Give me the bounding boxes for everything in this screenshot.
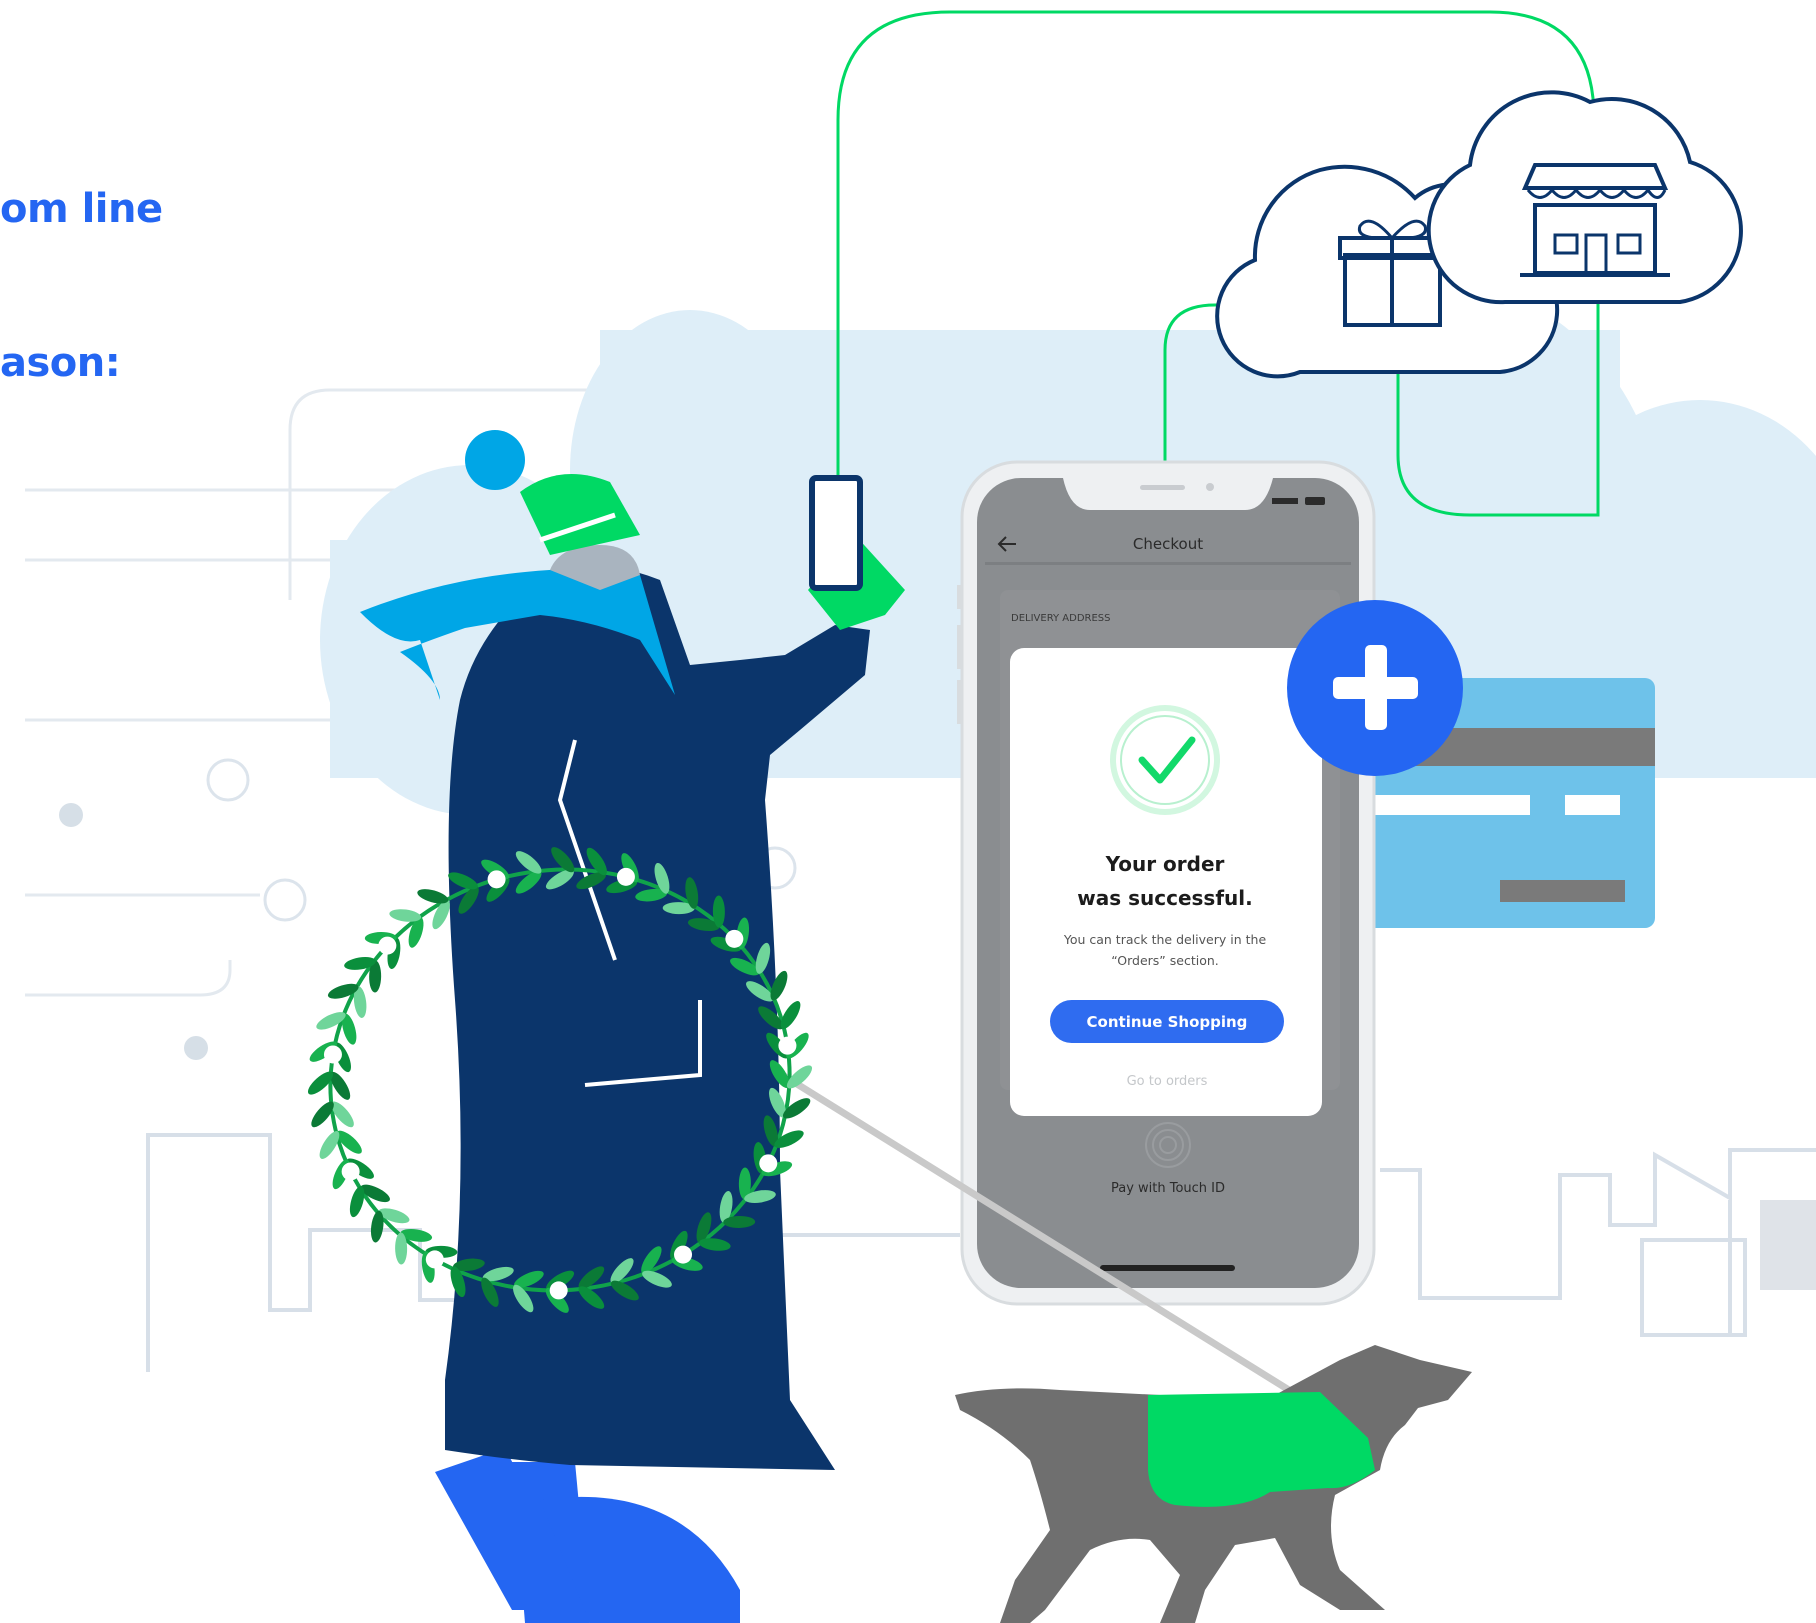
- wreath-berry: [487, 870, 506, 889]
- person: [360, 430, 905, 1623]
- plus-icon: [1287, 600, 1463, 776]
- wreath-berry: [616, 867, 635, 886]
- wreath-berry: [425, 1250, 444, 1269]
- wreath-berry: [378, 936, 397, 955]
- skyline-window: [1760, 1200, 1816, 1290]
- success-heading-line-2: was successful.: [1077, 886, 1252, 910]
- continue-shopping-label: Continue Shopping: [1087, 1013, 1248, 1031]
- wreath-berry: [759, 1154, 778, 1173]
- store-cloud-icon: [1426, 90, 1743, 305]
- go-to-orders-link[interactable]: Go to orders: [1127, 1074, 1208, 1089]
- success-body-line-1: You can track the delivery in the: [1063, 932, 1267, 947]
- checkmark-icon: [1110, 705, 1220, 815]
- dog: [955, 1345, 1472, 1623]
- illustration: Checkout DELIVERY ADDRESS Your order was…: [25, 10, 1816, 1623]
- wreath-berry: [778, 1036, 797, 1055]
- wreath-berry: [725, 929, 744, 948]
- wreath-berry: [549, 1281, 568, 1300]
- screen-title: Checkout: [1133, 535, 1203, 553]
- success-body-line-2: “Orders” section.: [1111, 953, 1219, 968]
- success-heading-line-1: Your order: [1105, 852, 1225, 876]
- continue-shopping-button[interactable]: Continue Shopping: [1050, 1000, 1284, 1043]
- wreath-berry: [341, 1162, 360, 1181]
- touch-id-label: Pay with Touch ID: [1111, 1181, 1225, 1196]
- delivery-address-label: DELIVERY ADDRESS: [1011, 613, 1111, 624]
- wreath-berry: [674, 1245, 693, 1264]
- wreath-berry: [323, 1045, 342, 1064]
